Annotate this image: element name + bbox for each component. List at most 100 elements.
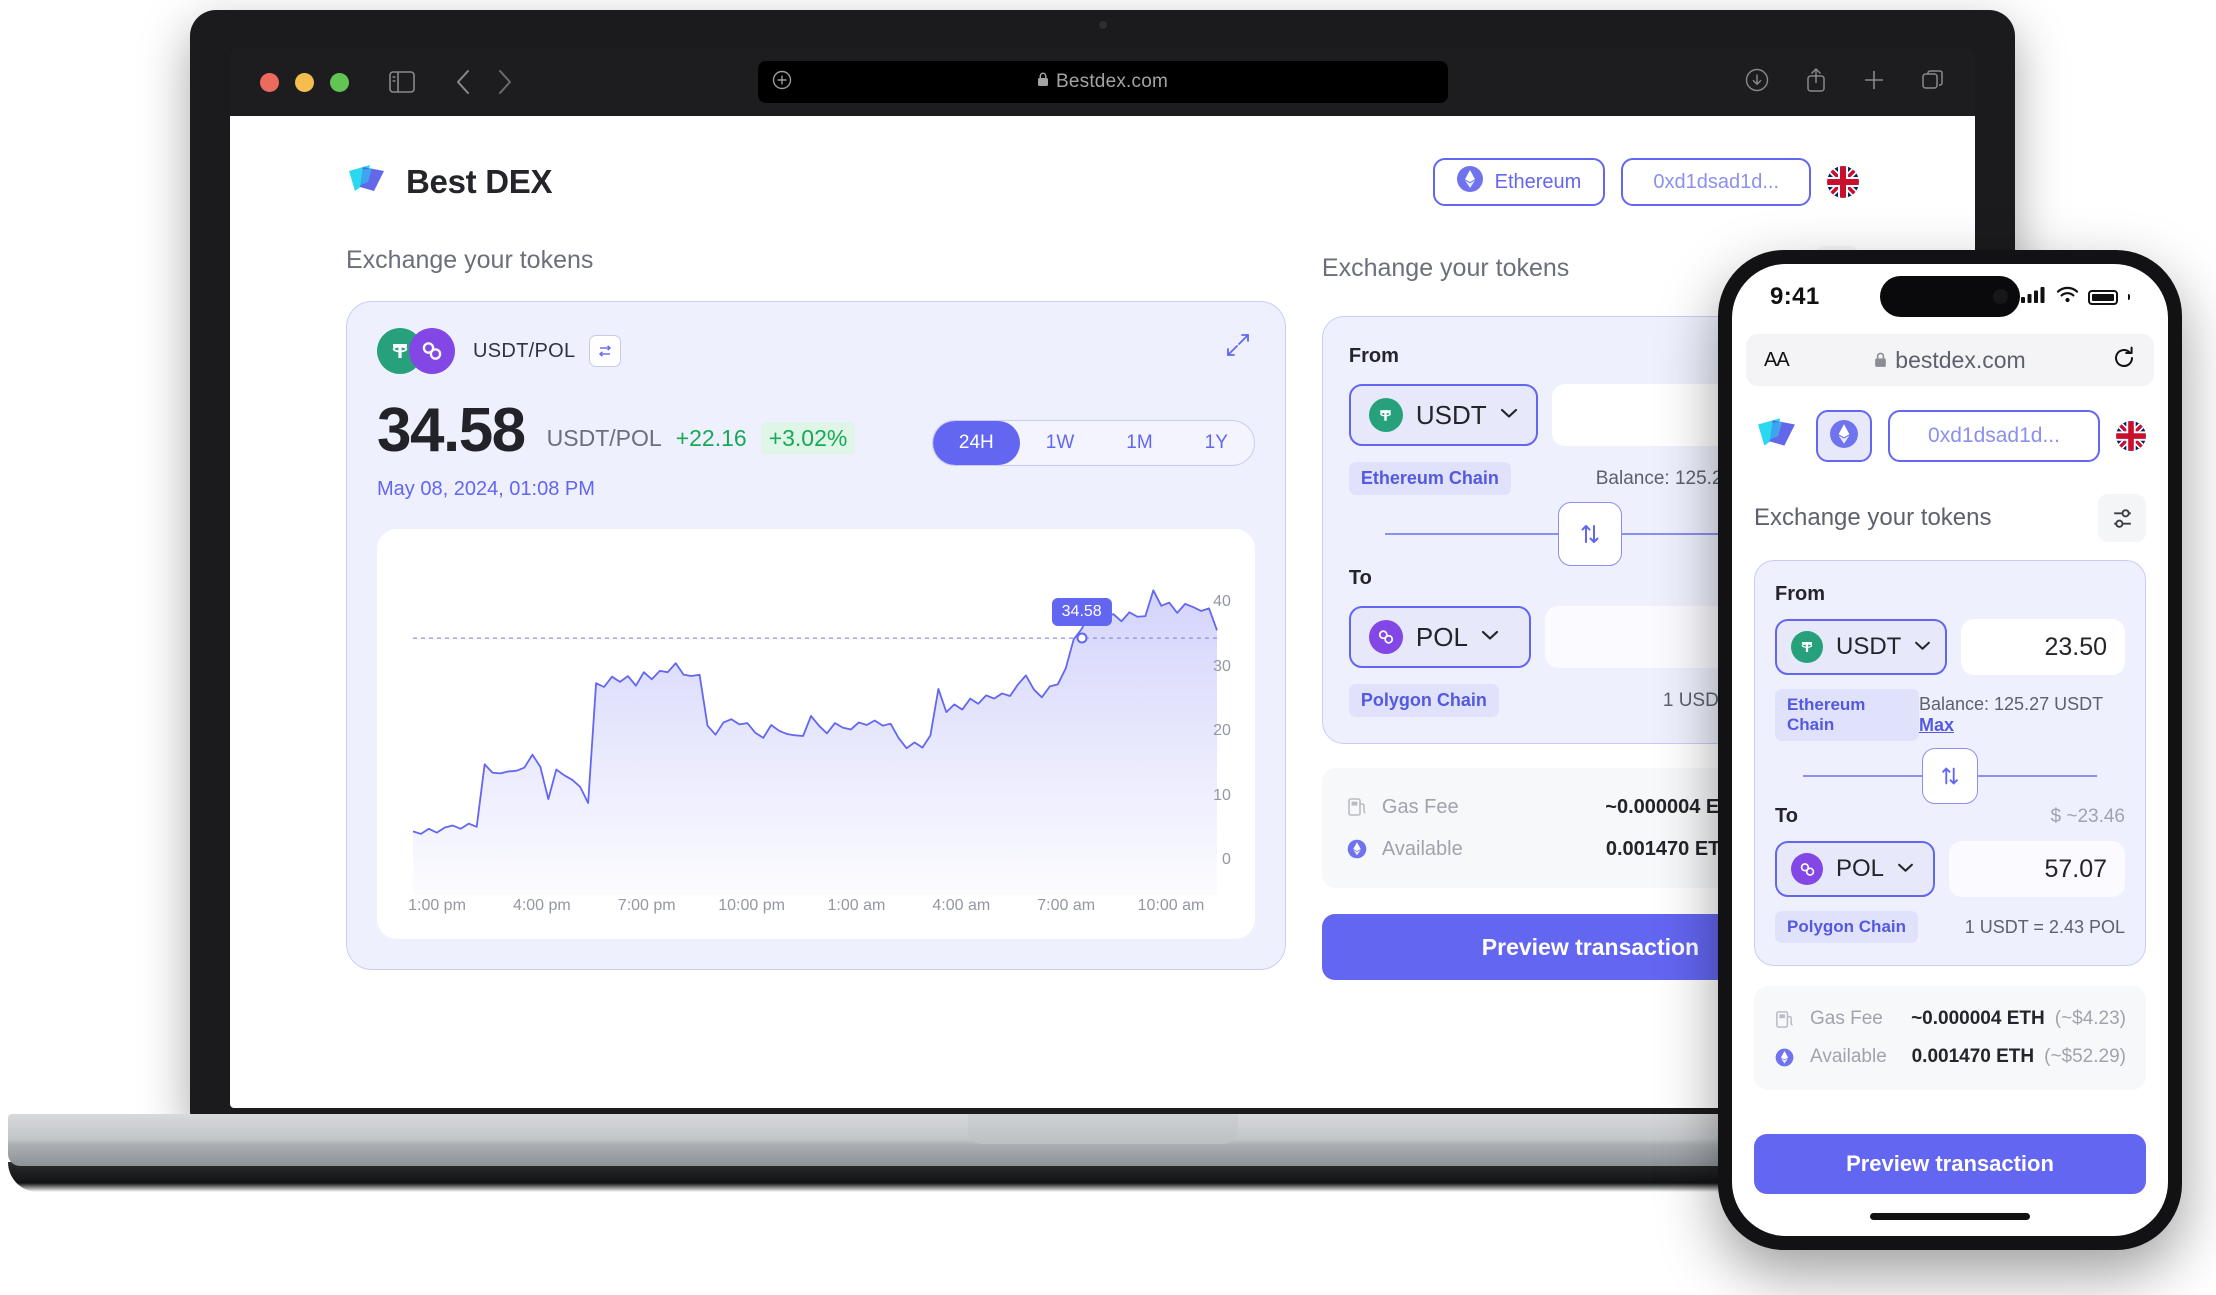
home-indicator xyxy=(1870,1213,2030,1220)
brand-logo-group[interactable]: Best DEX xyxy=(346,161,552,204)
settings-sliders-icon[interactable] xyxy=(2098,494,2146,542)
minimize-window-icon[interactable] xyxy=(295,72,314,92)
y-tick-label: 20 xyxy=(1213,722,1231,740)
phone-max-button[interactable]: Max xyxy=(1919,715,1954,735)
tabs-overview-icon[interactable] xyxy=(1921,68,1945,97)
sidebar-icon[interactable] xyxy=(389,71,415,93)
phone-address-bar[interactable]: AA bestdex.com xyxy=(1746,334,2154,386)
fee-name-gas: Gas Fee xyxy=(1381,795,1459,818)
phone-from-token-name: USDT xyxy=(1836,633,1902,660)
x-tick-label: 10:00 pm xyxy=(718,897,785,914)
swap-vertical-icon xyxy=(1942,767,1958,785)
chevron-down-icon xyxy=(1914,638,1931,656)
x-tick-label: 7:00 am xyxy=(1037,897,1096,914)
new-tab-icon[interactable] xyxy=(1863,69,1885,96)
phone-status-bar: 9:41 xyxy=(1732,264,2168,330)
phone-to-label: To xyxy=(1775,805,1798,827)
left-panel-title: Exchange your tokens xyxy=(346,246,594,274)
time-range-selector[interactable]: 24H 1W 1M 1Y xyxy=(931,420,1255,466)
chevron-down-icon xyxy=(1481,628,1499,646)
url-text: Bestdex.com xyxy=(1055,71,1169,92)
phone-url-text: bestdex.com xyxy=(1895,346,2026,373)
battery-tip-icon xyxy=(2128,294,2130,300)
back-icon[interactable] xyxy=(455,69,471,95)
phone-to-usd-estimate: $ ~23.46 xyxy=(2050,805,2126,827)
phone-wallet-address-button[interactable]: 0xd1dsad1d... xyxy=(1888,410,2100,462)
from-token-selector[interactable]: USDT xyxy=(1348,384,1538,446)
wifi-icon xyxy=(2056,286,2079,308)
phone-to-token-name: POL xyxy=(1836,855,1885,882)
uk-flag-icon[interactable] xyxy=(2116,421,2146,451)
downloads-icon[interactable] xyxy=(1745,68,1769,97)
to-token-selector[interactable]: POL xyxy=(1348,606,1531,668)
x-tick-label: 4:00 am xyxy=(932,897,991,914)
x-tick-label: 7:00 pm xyxy=(617,897,676,914)
battery-icon xyxy=(2088,289,2118,305)
phone-swap-direction-button[interactable] xyxy=(1922,748,1978,804)
phone-from-token-selector[interactable]: USDT xyxy=(1775,619,1948,675)
signal-icon xyxy=(2021,286,2047,308)
laptop-notch xyxy=(967,1114,1238,1144)
swap-direction-button[interactable] xyxy=(1558,502,1623,566)
chart-timestamp: May 08, 2024, 01:08 PM xyxy=(377,478,595,500)
chart-plot xyxy=(412,589,1221,895)
window-controls[interactable] xyxy=(260,72,349,92)
phone-swap-form: From USDT 23.50 Ethereum Chain Balance: … xyxy=(1754,560,2146,966)
pol-icon xyxy=(1368,620,1403,654)
pol-icon xyxy=(409,328,455,374)
phone-fee-name-available: Available xyxy=(1810,1046,1887,1067)
from-token-name: USDT xyxy=(1415,399,1487,430)
network-label: Ethereum xyxy=(1494,170,1582,193)
phone-preview-transaction-button[interactable]: Preview transaction xyxy=(1754,1134,2146,1194)
x-tick-label: 1:00 am xyxy=(827,897,886,914)
phone-from-amount-input[interactable]: 23.50 xyxy=(1961,619,2125,675)
phone-fee-row-gas: Gas Fee ~0.000004 ETH (~$4.23) xyxy=(1774,1000,2126,1038)
fee-value-available: 0.001470 ETH xyxy=(1605,837,1735,860)
share-icon[interactable] xyxy=(1805,67,1827,98)
swap-horizontal-icon[interactable] xyxy=(589,335,622,367)
range-1m[interactable]: 1M xyxy=(1100,421,1178,465)
lock-icon xyxy=(1037,71,1049,93)
phone-network-selector-button[interactable] xyxy=(1816,410,1872,462)
range-1w[interactable]: 1W xyxy=(1020,421,1101,465)
lock-icon xyxy=(1874,347,1887,374)
current-price: 34.58 xyxy=(377,396,526,465)
webcam-icon xyxy=(1098,21,1107,29)
wallet-address-button[interactable]: 0xd1dsad1d... xyxy=(1621,158,1811,206)
phone-fee-usd-available: (~$52.29) xyxy=(2044,1046,2126,1067)
swap-vertical-icon xyxy=(1581,525,1599,543)
browser-toolbar: Bestdex.com xyxy=(230,48,1975,116)
to-chain-tag: Polygon Chain xyxy=(1348,684,1499,717)
phone-fee-usd-gas: (~$4.23) xyxy=(2054,1008,2126,1029)
y-tick-label: 10 xyxy=(1213,786,1231,804)
usdt-icon xyxy=(1791,631,1823,663)
phone-conversion-rate: 1 USDT = 2.43 POL xyxy=(1964,916,2125,937)
uk-flag-icon[interactable] xyxy=(1827,166,1859,198)
network-selector-button[interactable]: Ethereum xyxy=(1432,158,1606,206)
price-change-absolute: +22.16 xyxy=(675,425,747,451)
expand-icon[interactable] xyxy=(1225,332,1251,363)
chevron-down-icon xyxy=(1897,860,1914,878)
phone-to-amount-input[interactable]: 57.07 xyxy=(1949,841,2125,897)
right-panel-title: Exchange your tokens xyxy=(1321,253,1570,282)
to-label: To xyxy=(1348,567,1372,589)
ethereum-icon xyxy=(1346,838,1372,860)
ethereum-icon xyxy=(1774,1047,1800,1068)
y-tick-label: 40 xyxy=(1213,593,1231,611)
close-window-icon[interactable] xyxy=(260,72,279,92)
price-chart[interactable]: 0 10 20 30 40 1:00 pm 4:00 pm 7:00 pm 10:00 pm 1… xyxy=(377,529,1255,939)
phone-to-token-selector[interactable]: POL xyxy=(1775,841,1935,897)
forward-icon[interactable] xyxy=(497,69,513,95)
maximize-window-icon[interactable] xyxy=(330,72,349,92)
brand-name: Best DEX xyxy=(406,163,553,200)
phone-fee-value-available: 0.001470 ETH xyxy=(1911,1046,2035,1067)
phone-from-balance-text: Balance: 125.27 USDT xyxy=(1918,694,2103,714)
front-camera-icon xyxy=(1993,289,2008,304)
address-bar[interactable]: Bestdex.com xyxy=(757,61,1448,103)
bestdex-logo-icon[interactable] xyxy=(1754,414,1800,459)
phone-from-balance: Balance: 125.27 USDT Max xyxy=(1919,694,2125,736)
gas-pump-icon xyxy=(1774,1009,1800,1030)
range-24h[interactable]: 24H xyxy=(932,421,1020,465)
range-1y[interactable]: 1Y xyxy=(1179,421,1254,465)
ethereum-icon xyxy=(1456,166,1483,198)
